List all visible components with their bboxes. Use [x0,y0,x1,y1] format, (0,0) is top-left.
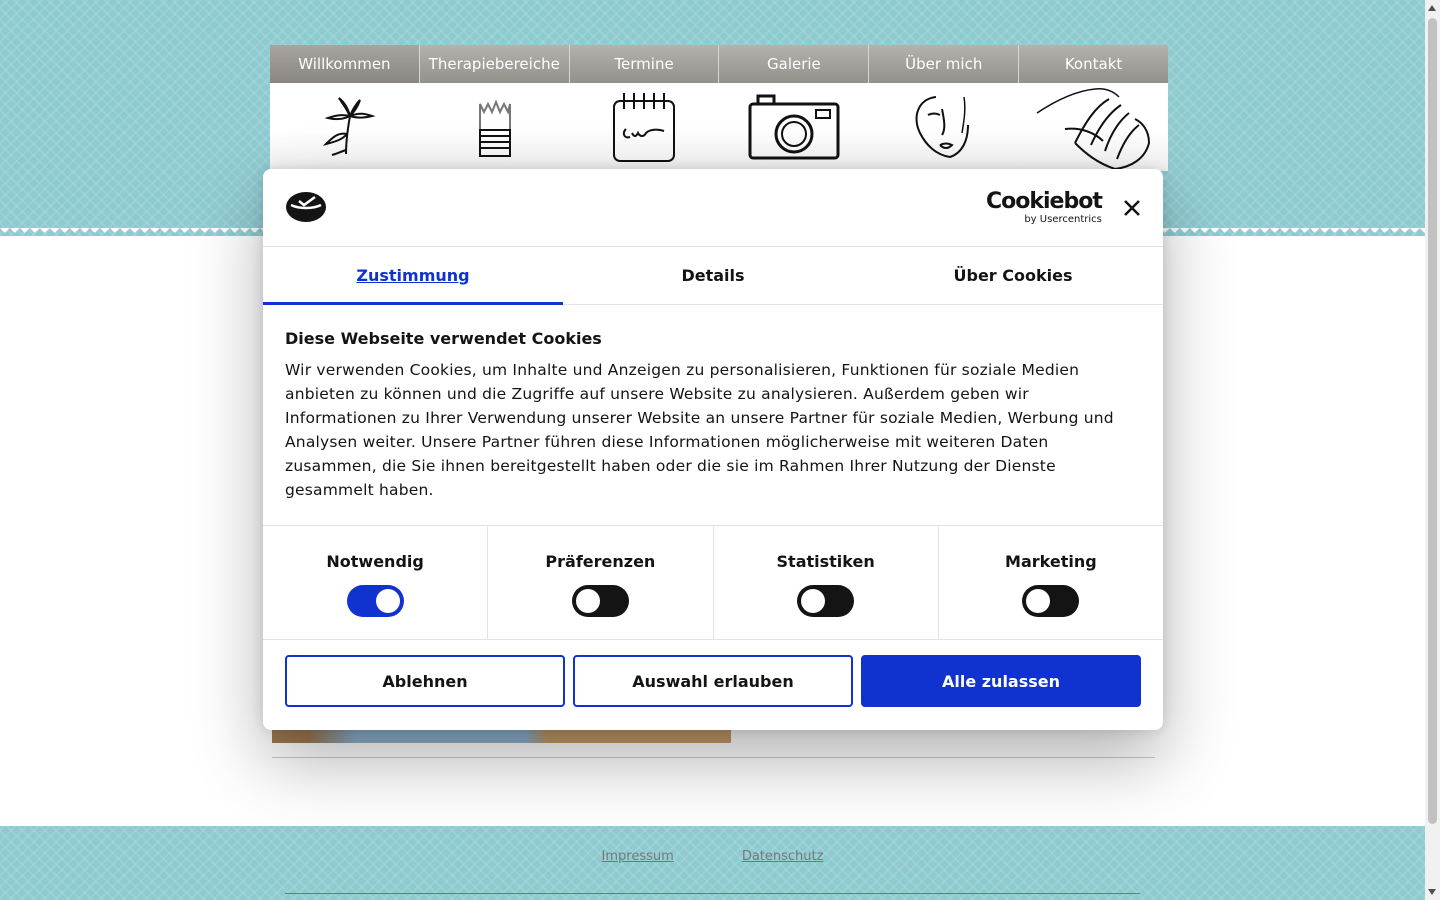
toggle-knob [1026,589,1051,613]
hands-icon [1036,88,1151,171]
consent-toggles: Notwendig Präferenzen Statistiken Market… [263,525,1163,640]
brand-subtitle: by Usercentrics [1024,214,1102,225]
nav-icon-cell-kontakt[interactable] [1018,83,1168,171]
footer-divider [285,893,1140,894]
nav-icon-cell-willkommen[interactable] [270,83,420,171]
footer-zigzag-edge [0,820,1425,830]
tab-zustimmung[interactable]: Zustimmung [263,247,563,305]
toggle-cell-praeferenzen: Präferenzen [488,526,714,639]
content-divider [272,757,1155,758]
toggle-cell-notwendig: Notwendig [263,526,489,639]
tab-details[interactable]: Details [563,247,863,304]
cookiebot-logo-icon [286,192,326,222]
scroll-thumb[interactable] [1428,18,1437,824]
nav-item-galerie[interactable]: Galerie [719,45,870,83]
toggle-label-marketing: Marketing [1005,552,1097,571]
nav-item-ueber-mich[interactable]: Über mich [869,45,1020,83]
nav-icon-cell-termine[interactable] [569,83,719,171]
footer-link-impressum[interactable]: Impressum [602,849,674,864]
nav-item-termine[interactable]: Termine [569,45,720,83]
toggle-label-notwendig: Notwendig [326,552,424,571]
toggle-label-statistiken: Statistiken [776,552,875,571]
reject-button[interactable]: Ablehnen [285,655,565,707]
brand-name: Cookiebot [986,189,1103,214]
nav-icon-cell-ueber-mich[interactable] [869,83,1019,171]
paintbrush-icon [478,99,511,157]
footer-links: Impressum Datenschutz [0,849,1425,864]
toggle-praeferenzen[interactable] [571,585,629,617]
close-icon[interactable] [1121,197,1143,219]
nav-item-therapiebereiche[interactable]: Therapiebereiche [419,45,570,83]
toggle-cell-statistiken: Statistiken [714,526,939,639]
toggle-statistiken[interactable] [797,585,855,617]
nav-icon-cell-galerie[interactable] [719,83,869,171]
tab-ueber-cookies[interactable]: Über Cookies [863,247,1163,304]
calendar-icon [613,93,676,162]
nav-item-kontakt[interactable]: Kontakt [1019,45,1168,83]
allow-selection-button[interactable]: Auswahl erlauben [573,655,853,707]
scroll-down-arrow-icon[interactable] [1428,889,1436,895]
toggle-knob [801,589,826,613]
cookiebot-brand: Cookiebot by Usercentrics [986,189,1103,226]
face-icon [915,96,969,159]
camera-icon [748,94,840,160]
page-scrollbar[interactable] [1425,0,1440,900]
flower-icon [322,97,376,156]
dialog-body: Diese Webseite verwendet Cookies Wir ver… [285,329,1141,502]
dialog-tabs: Zustimmung Details Über Cookies [263,247,1163,305]
main-nav: Willkommen Therapiebereiche Termine Gale… [270,45,1168,83]
nav-icon-strip [270,83,1168,171]
dialog-header: Cookiebot by Usercentrics [263,169,1163,247]
allow-all-button[interactable]: Alle zulassen [861,655,1141,707]
nav-icon-cell-therapiebereiche[interactable] [420,83,570,171]
dialog-title: Diese Webseite verwendet Cookies [285,329,602,348]
toggle-cell-marketing: Marketing [939,526,1163,639]
cookie-consent-dialog: Cookiebot by Usercentrics Zustimmung Det… [263,169,1163,730]
scroll-up-arrow-icon[interactable] [1428,5,1436,11]
dialog-text: Wir verwenden Cookies, um Inhalte und An… [285,361,1114,499]
footer-link-datenschutz[interactable]: Datenschutz [742,849,824,864]
nav-item-willkommen[interactable]: Willkommen [270,45,420,83]
toggle-label-praeferenzen: Präferenzen [545,552,656,571]
toggle-notwendig[interactable] [346,585,404,617]
toggle-marketing[interactable] [1022,585,1080,617]
dialog-buttons: Ablehnen Auswahl erlauben Alle zulassen [285,655,1141,707]
toggle-knob [375,589,400,613]
toggle-knob [575,589,600,613]
